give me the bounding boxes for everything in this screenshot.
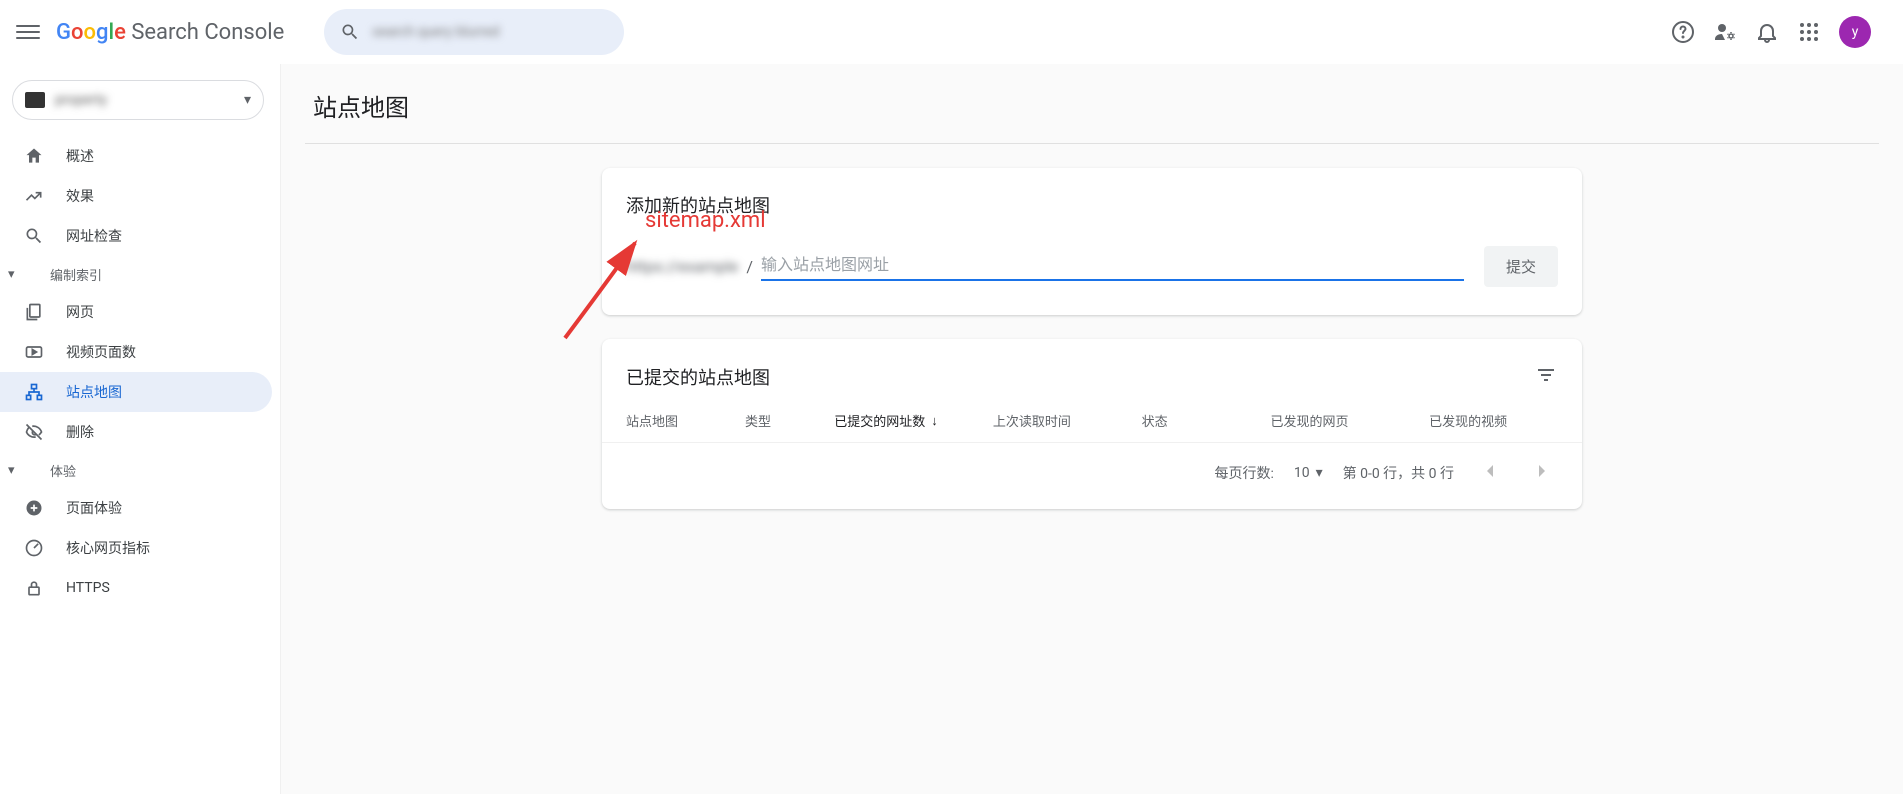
add-sitemap-title: 添加新的站点地图 [626,192,1558,218]
lock-icon [24,578,48,598]
sidebar-item-overview[interactable]: 概述 [0,136,272,176]
trending-icon [24,186,48,206]
sidebar-item-https[interactable]: HTTPS [0,568,272,608]
sitemap-url-prefix-blurred: https://example [626,257,738,276]
plus-circle-icon [24,498,48,518]
page-range-text: 第 0-0 行，共 0 行 [1343,463,1454,483]
chevron-down-icon: ▾ [1316,465,1323,481]
th-sitemap: 站点地图 [626,411,745,430]
sidebar-section-experience: ▾ 体验 [0,452,272,488]
th-submitted-urls[interactable]: 已提交的网址数 ↓ [834,411,993,430]
chevron-down-icon: ▾ [244,92,251,108]
sidebar-item-core-web-vitals[interactable]: 核心网页指标 [0,528,272,568]
sort-desc-icon: ↓ [931,413,938,429]
property-selector[interactable]: property ▾ [12,80,264,120]
rows-per-page-select[interactable]: 10 ▾ [1294,465,1323,481]
sidebar-item-sitemaps[interactable]: 站点地图 [0,372,272,412]
sidebar-item-url-inspection[interactable]: 网址检查 [0,216,272,256]
filter-icon[interactable] [1534,363,1558,391]
account-avatar[interactable]: y [1839,16,1871,48]
logo: Google Search Console [56,20,284,45]
speed-icon [24,538,48,558]
header: Google Search Console search query blurr… [0,0,1903,64]
header-actions: y [1671,16,1871,48]
main-content: 站点地图 添加新的站点地图 https://example / 提交 sitem… [280,64,1903,794]
table-header-row: 站点地图 类型 已提交的网址数 ↓ 上次读取时间 状态 已发现的网页 已发现的视… [602,399,1582,442]
submit-button[interactable]: 提交 [1484,246,1558,287]
sitemap-url-input[interactable] [761,253,1464,281]
th-last-read: 上次读取时间 [993,411,1142,430]
apps-grid-icon[interactable] [1797,20,1821,44]
sidebar-item-performance[interactable]: 效果 [0,176,272,216]
app-name: Search Console [131,20,284,45]
sidebar-item-video-pages[interactable]: 视频页面数 [0,332,272,372]
pages-icon [24,302,48,322]
search-box[interactable]: search query blurred [324,9,624,55]
sidebar: property ▾ 概述 效果 网址检查 ▾ 编制索引 网页 视频页面数 [0,64,280,794]
sidebar-item-removals[interactable]: 删除 [0,412,272,452]
table-pagination: 每页行数: 10 ▾ 第 0-0 行，共 0 行 [602,442,1582,509]
rows-per-page-label: 每页行数: [1214,463,1273,483]
video-icon [24,342,48,362]
th-discovered-videos: 已发现的视频 [1429,411,1558,430]
th-status: 状态 [1142,411,1271,430]
search-icon [24,226,48,246]
hamburger-menu-button[interactable] [16,20,40,44]
search-text-blurred: search query blurred [372,24,499,40]
sidebar-item-pages[interactable]: 网页 [0,292,272,332]
people-settings-icon[interactable] [1713,20,1737,44]
add-sitemap-card: 添加新的站点地图 https://example / 提交 [602,168,1582,315]
help-icon[interactable] [1671,20,1695,44]
search-icon [340,22,360,42]
chevron-down-icon: ▾ [8,267,32,282]
property-icon [25,92,45,108]
sitemap-icon [24,382,48,402]
hidden-icon [24,422,48,442]
submitted-sitemaps-card: 已提交的站点地图 站点地图 类型 已提交的网址数 ↓ 上次读取时间 状态 已发现… [602,339,1582,509]
th-type: 类型 [745,411,834,430]
sidebar-item-page-experience[interactable]: 页面体验 [0,488,272,528]
home-icon [24,146,48,166]
property-name-blurred: property [55,92,244,108]
next-page-button[interactable] [1526,455,1558,491]
chevron-down-icon: ▾ [8,463,32,478]
page-title: 站点地图 [305,64,1879,144]
sidebar-section-index: ▾ 编制索引 [0,256,272,292]
notifications-icon[interactable] [1755,20,1779,44]
submitted-title: 已提交的站点地图 [626,364,1534,390]
prev-page-button[interactable] [1474,455,1506,491]
th-discovered-urls: 已发现的网页 [1270,411,1429,430]
